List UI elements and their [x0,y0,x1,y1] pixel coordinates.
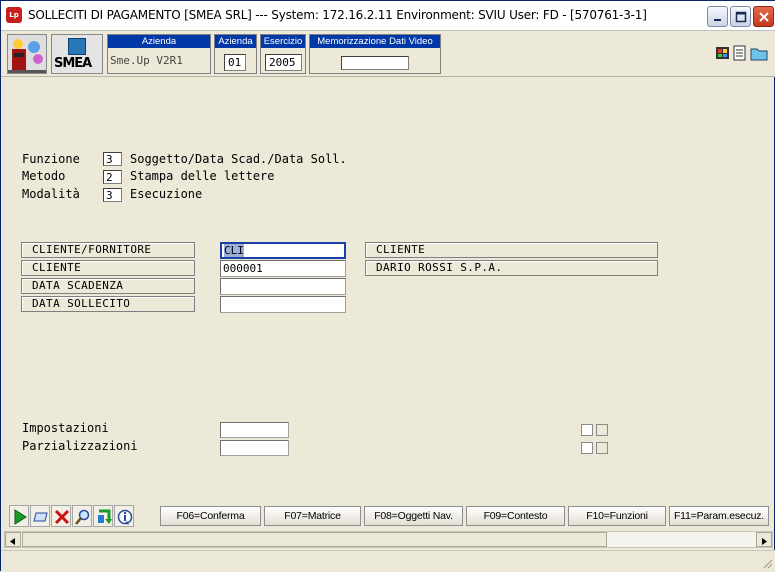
run-button[interactable] [9,505,29,527]
app-icon[interactable]: Lp [6,7,22,23]
close-button[interactable] [753,6,774,27]
scroll-right-button[interactable] [756,532,772,547]
azienda-label: Azienda [108,35,210,48]
f08-navigation-objects-button[interactable]: F08=Oggetti Nav. [364,506,463,526]
azienda-code-field[interactable]: 01 [224,54,246,71]
minimize-icon [714,19,721,21]
cliente-label: CLIENTE [21,260,195,276]
data-sollecito-label: DATA SOLLECITO [21,296,195,312]
metodo-desc: Stampa delle lettere [130,169,275,183]
memorizzazione-label: Memorizzazione Dati Video [310,35,440,48]
funzione-label: Funzione [22,152,80,166]
colorful-logo-icon [8,39,46,73]
cliente-fornitore-value: CLI [224,244,244,257]
funzione-desc: Soggetto/Data Scad./Data Soll. [130,152,347,166]
title-bar[interactable]: Lp SOLLECITI DI PAGAMENTO [SMEA SRL] ---… [1,1,775,31]
close-icon [759,12,769,22]
application-window: Lp SOLLECITI DI PAGAMENTO [SMEA SRL] ---… [0,0,775,572]
impostazioni-option-box[interactable] [596,424,608,436]
horizontal-scrollbar[interactable] [4,531,773,548]
f09-context-button[interactable]: F09=Contesto [466,506,565,526]
resize-grip-icon[interactable] [761,557,773,569]
scroll-left-button[interactable] [5,532,21,547]
impostazioni-checkbox[interactable] [581,424,593,436]
document-icon[interactable] [733,45,746,61]
info-button[interactable] [114,505,134,527]
status-bar [1,550,775,572]
refresh-icon [98,509,112,524]
maximize-icon [735,11,747,23]
impostazioni-label: Impostazioni [22,421,109,435]
smea-logo-text: SMEA [54,56,92,71]
info-icon [117,509,133,525]
search-button[interactable] [72,505,92,527]
azienda-name: Sme.Up V2R1 [110,54,183,67]
parzializzazioni-input[interactable] [220,440,289,456]
maximize-button[interactable] [730,6,751,27]
cliente-fornitore-input[interactable]: CLI [220,242,346,259]
top-right-icons [716,45,768,65]
cancel-button[interactable] [51,505,71,527]
azienda-box: Azienda Sme.Up V2R1 [107,34,211,74]
impostazioni-input[interactable] [220,422,289,438]
refresh-button[interactable] [93,505,113,527]
parzializzazioni-checkbox[interactable] [581,442,593,454]
modalita-field[interactable]: 3 [103,188,122,202]
window-title: SOLLECITI DI PAGAMENTO [SMEA SRL] --- Sy… [28,8,647,22]
data-scadenza-label: DATA SCADENZA [21,278,195,294]
modalita-desc: Esecuzione [130,187,203,201]
building-icon [68,38,86,55]
minimize-button[interactable] [707,6,728,27]
metodo-field[interactable]: 2 [103,170,122,184]
esercizio-label: Esercizio [261,35,305,48]
cliente-fornitore-label: CLIENTE/FORNITORE [21,242,195,258]
modalita-label: Modalità [22,187,80,201]
memorizzazione-field[interactable] [341,56,409,70]
f11-execution-parameters-button[interactable]: F11=Param.esecuz. [669,506,769,526]
application-logo[interactable] [7,34,47,74]
funzione-field[interactable]: 3 [103,152,122,166]
run-icon [14,509,27,525]
cliente-input[interactable]: 000001 [220,260,346,277]
cliente-fornitore-desc: CLIENTE [365,242,658,258]
bottom-toolbar: F06=Conferma F07=Matrice F08=Oggetti Nav… [6,503,771,529]
arrow-right-icon [762,538,767,545]
window-button[interactable] [30,505,50,527]
color-palette-icon[interactable] [716,47,729,59]
window-icon [33,512,48,522]
f10-functions-button[interactable]: F10=Funzioni [568,506,666,526]
data-scadenza-input[interactable] [220,278,346,295]
azienda-code-box: Azienda 01 [214,34,257,74]
esercizio-field[interactable]: 2005 [265,54,302,71]
cliente-desc: DARIO ROSSI S.P.A. [365,260,658,276]
folder-icon[interactable] [750,48,768,61]
azienda-code-label: Azienda [215,35,256,48]
cancel-icon [54,509,70,525]
metodo-label: Metodo [22,169,66,183]
scrollbar-thumb[interactable] [22,532,607,547]
arrow-left-icon [10,538,15,545]
memorizzazione-box: Memorizzazione Dati Video [309,34,441,74]
f07-matrix-button[interactable]: F07=Matrice [264,506,361,526]
header-bar: SMEA Azienda Sme.Up V2R1 Azienda 01 Eser… [1,31,775,77]
parzializzazioni-label: Parzializzazioni [22,439,138,453]
parzializzazioni-option-box[interactable] [596,442,608,454]
f06-confirm-button[interactable]: F06=Conferma [160,506,261,526]
data-sollecito-input[interactable] [220,296,346,313]
search-icon [75,509,90,525]
esercizio-box: Esercizio 2005 [260,34,306,74]
smea-logo: SMEA [51,34,103,74]
